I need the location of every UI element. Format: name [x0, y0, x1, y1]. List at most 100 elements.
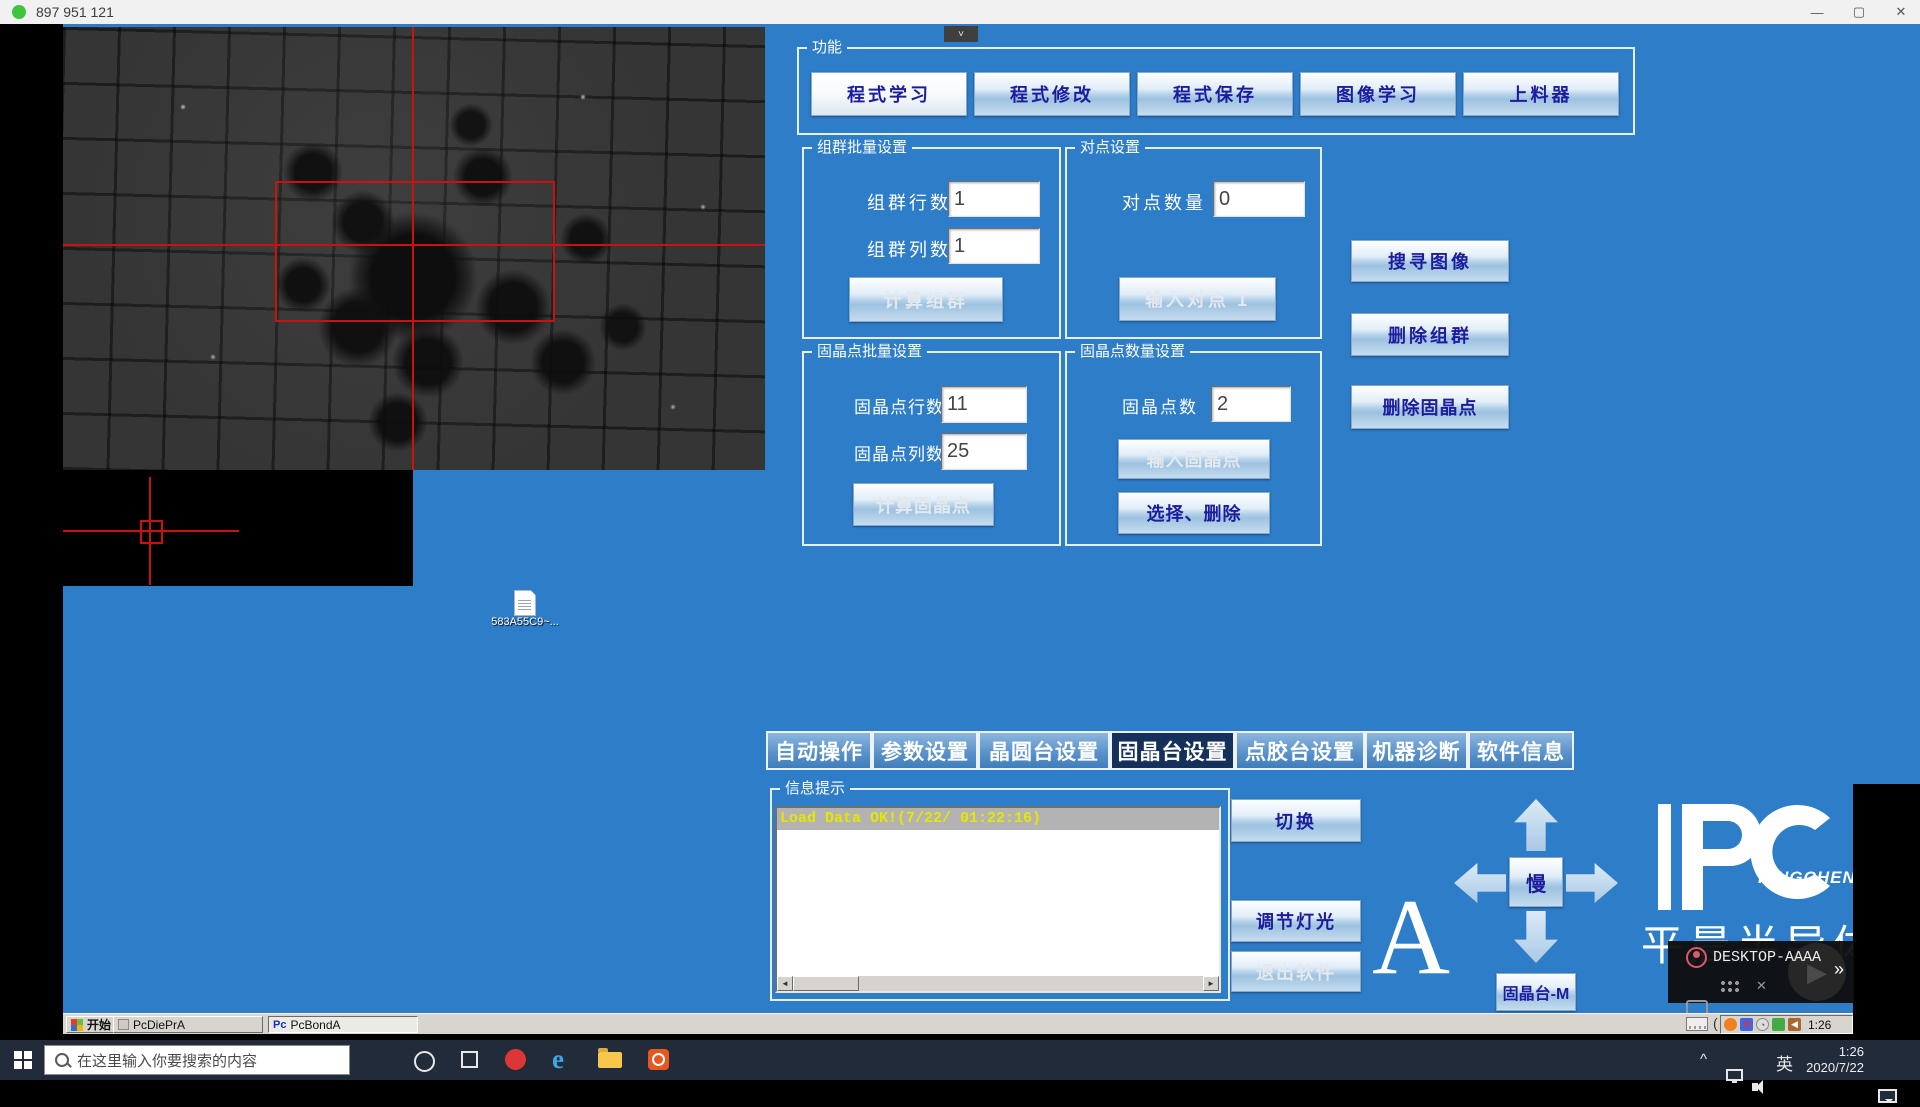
jog-speed-button[interactable]: 慢 — [1509, 857, 1563, 907]
die-count-input[interactable] — [1211, 386, 1291, 422]
message-listbox[interactable]: Load Data OK!(7/22/ 01:22:16) ◄ ► — [775, 806, 1221, 993]
action-center-icon[interactable] — [1878, 1089, 1897, 1103]
camera-view[interactable] — [63, 27, 765, 470]
input-align-point-button[interactable]: 输入对点 1 — [1119, 277, 1276, 321]
die-count-field-label: 固晶点数 — [1122, 393, 1198, 418]
adjust-light-button[interactable]: 调节灯光 — [1231, 900, 1361, 942]
function-group-label: 功能 — [807, 37, 847, 59]
group-cols-input[interactable] — [948, 228, 1040, 264]
search-image-button[interactable]: 搜寻图像 — [1351, 240, 1509, 282]
desktop-shortcut[interactable]: 583A55C9~... — [480, 590, 570, 628]
align-point-label: 对点设置 — [1075, 137, 1145, 159]
desktop-shortcut-label: 583A55C9~... — [480, 616, 570, 628]
die-batch-label: 固晶点批量设置 — [812, 341, 927, 363]
task-pcdiepra[interactable]: PcDiePrA — [113, 1016, 263, 1033]
feeder-button[interactable]: 上料器 — [1463, 72, 1619, 116]
keyboard-icon[interactable] — [1686, 1017, 1708, 1031]
big-letter-a: A — [1372, 888, 1450, 988]
align-count-input[interactable] — [1213, 181, 1305, 217]
tab-dispense-stage[interactable]: 点胶台设置 — [1235, 731, 1365, 770]
program-modify-button[interactable]: 程式修改 — [974, 72, 1130, 116]
pc-logo-icon — [1652, 798, 1852, 918]
network-display-icon[interactable] — [1726, 1069, 1743, 1081]
delete-die-button[interactable]: 删除固晶点 — [1351, 385, 1509, 429]
scroll-right-icon: ► — [1207, 979, 1215, 988]
tray-speaker-icon[interactable]: ◀ — [1788, 1018, 1801, 1031]
tray-paren: ( — [1713, 1015, 1718, 1031]
program-save-button[interactable]: 程式保存 — [1137, 72, 1293, 116]
die-stage-m-button[interactable]: 固晶台-M — [1496, 973, 1576, 1011]
document-icon — [514, 590, 536, 616]
function-group: 功能 程式学习 程式修改 程式保存 图像学习 上料器 — [797, 47, 1635, 135]
close-button[interactable]: ✕ — [1886, 0, 1916, 24]
tab-software-info[interactable]: 软件信息 — [1468, 731, 1574, 770]
tray-green-icon[interactable] — [1772, 1018, 1785, 1031]
tray-network-error-icon[interactable]: ✕ — [1740, 1018, 1753, 1031]
minimize-button[interactable]: — — [1802, 0, 1832, 24]
volume-icon[interactable] — [1752, 1083, 1758, 1091]
taskbar-search[interactable]: 在这里输入你要搜索的内容 — [44, 1045, 350, 1075]
windows-start-button[interactable] — [14, 1051, 32, 1069]
tray-expand-chevron[interactable]: ^ — [1700, 1051, 1707, 1068]
station-tabs: 自动操作 参数设置 晶圆台设置 固晶台设置 点胶台设置 机器诊断 软件信息 — [766, 731, 1574, 770]
image-learn-button[interactable]: 图像学习 — [1300, 72, 1456, 116]
calc-die-button[interactable]: 计算固晶点 — [853, 483, 994, 526]
task-view-icon[interactable] — [461, 1051, 478, 1068]
expand-icon[interactable]: » — [1834, 959, 1844, 980]
group-batch-settings: 组群批量设置 组群行数 组群列数 计算组群 — [802, 147, 1061, 339]
xp-start-button[interactable]: 开始 — [66, 1016, 116, 1033]
exit-software-button[interactable]: 退出软件 — [1231, 951, 1361, 992]
switch-button[interactable]: 切换 — [1231, 799, 1361, 842]
app-taskbar: 开始 PcDiePrA Pc PcBondA ( ✕ ◔ ◀ 1:26 — [63, 1013, 1853, 1034]
tray-orange-icon[interactable] — [1724, 1018, 1737, 1031]
group-rows-input[interactable] — [948, 181, 1040, 217]
pingchen-text: PINGCHEN — [1758, 868, 1856, 888]
tab-die-stage[interactable]: 固晶台设置 — [1110, 731, 1235, 770]
xp-start-label: 开始 — [87, 1016, 111, 1033]
file-explorer-icon[interactable] — [598, 1052, 622, 1068]
user-icon — [1686, 947, 1707, 968]
die-batch-settings: 固晶点批量设置 固晶点行数 固晶点列数 计算固晶点 — [802, 351, 1061, 546]
calc-group-button[interactable]: 计算组群 — [849, 277, 1003, 322]
scroll-right-button[interactable]: ► — [1203, 976, 1219, 991]
desktop-background-right — [1853, 784, 1920, 1040]
tab-wafer-stage[interactable]: 晶圆台设置 — [978, 731, 1110, 770]
delete-group-button[interactable]: 删除组群 — [1351, 313, 1509, 356]
task-pcbonda[interactable]: Pc PcBondA — [268, 1016, 418, 1033]
tray-clock-icon[interactable]: ◔ — [1756, 1018, 1769, 1031]
close-overlay-icon[interactable]: ✕ — [1756, 978, 1767, 994]
ime-language-indicator[interactable]: 英 — [1776, 1050, 1793, 1075]
program-learn-button[interactable]: 程式学习 — [811, 72, 967, 116]
title-bar: 897 951 121 — ▢ ✕ — [0, 0, 1920, 24]
die-count-settings: 固晶点数量设置 固晶点数 输入固晶点 选择、删除 — [1065, 351, 1322, 546]
tab-auto-operation[interactable]: 自动操作 — [766, 731, 872, 770]
recorder-overlay: ▶ DESKTOP-AAAA ✕ » — [1668, 941, 1854, 1003]
scrollbar-thumb[interactable] — [793, 976, 859, 991]
taskbar-clock[interactable]: 1:26 2020/7/22 — [1800, 1044, 1864, 1076]
orange-app-icon[interactable] — [648, 1049, 669, 1070]
select-delete-button[interactable]: 选择、删除 — [1118, 492, 1270, 534]
die-cols-input[interactable] — [941, 433, 1027, 470]
windows-xp-logo-icon — [71, 1019, 83, 1031]
pcdiepra-icon — [118, 1019, 129, 1030]
xp-tray: ✕ ◔ ◀ 1:26 — [1720, 1015, 1853, 1034]
die-rows-input[interactable] — [941, 386, 1027, 423]
device-name: DESKTOP-AAAA — [1713, 949, 1821, 966]
record-app-icon[interactable] — [505, 1049, 526, 1070]
tab-parameter-settings[interactable]: 参数设置 — [872, 731, 978, 770]
chevron-down-icon: ˅ — [958, 29, 964, 40]
selection-rectangle — [275, 181, 555, 322]
input-die-button[interactable]: 输入固晶点 — [1118, 439, 1270, 479]
grid-menu-icon[interactable] — [1720, 980, 1740, 992]
cortana-icon[interactable] — [414, 1051, 435, 1072]
tab-machine-diagnosis[interactable]: 机器诊断 — [1365, 731, 1468, 770]
maximize-button[interactable]: ▢ — [1844, 0, 1874, 24]
horizontal-scrollbar[interactable]: ◄ ► — [777, 976, 1219, 991]
die-count-label: 固晶点数量设置 — [1075, 341, 1190, 363]
message-line[interactable]: Load Data OK!(7/22/ 01:22:16) — [777, 808, 1219, 830]
align-point-settings: 对点设置 对点数量 输入对点 1 — [1065, 147, 1322, 339]
edge-browser-icon[interactable]: e — [552, 1046, 564, 1073]
secondary-camera-strip — [63, 470, 413, 586]
scroll-left-button[interactable]: ◄ — [777, 976, 793, 991]
collapse-chevron-button[interactable]: ˅ — [944, 26, 978, 42]
